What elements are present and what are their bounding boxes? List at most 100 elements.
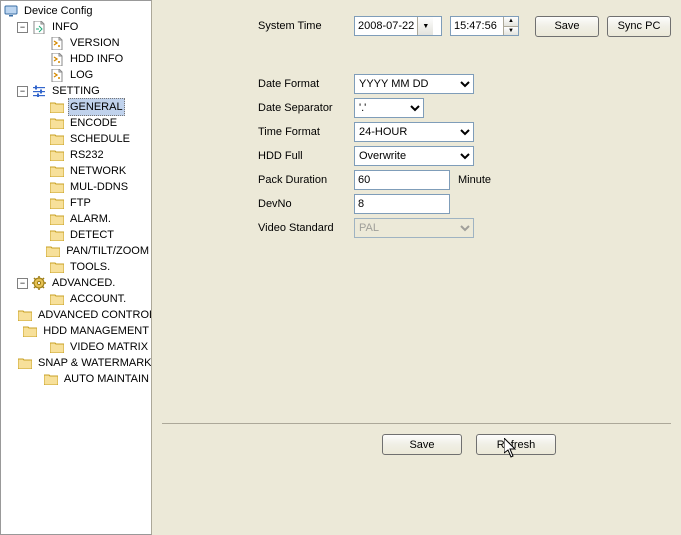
tree-setting[interactable]: − SETTING	[3, 83, 151, 99]
tree-item-label: VIDEO MATRIX	[68, 339, 150, 355]
refresh-button[interactable]: Refresh	[476, 434, 556, 455]
tree-item-label: MUL-DDNS	[68, 179, 130, 195]
tree-item-label: ACCOUNT.	[68, 291, 128, 307]
tree-advanced[interactable]: − ADVANCED.	[3, 275, 151, 291]
tree-advanced-label: ADVANCED.	[50, 275, 117, 291]
hdd-full-label: HDD Full	[258, 150, 354, 162]
row-time-format: Time Format 24-HOUR	[258, 120, 671, 144]
collapse-icon[interactable]: −	[17, 278, 28, 289]
folder-icon	[49, 196, 65, 210]
gear-icon	[31, 276, 47, 290]
settings-panel: System Time 2008-07-22 ▼ ▲ ▼ Save Sync P…	[152, 0, 681, 535]
tree-item-label: FTP	[68, 195, 93, 211]
folder-icon	[49, 132, 65, 146]
system-date-value: 2008-07-22	[358, 20, 414, 32]
folder-icon	[49, 116, 65, 130]
collapse-icon[interactable]: −	[17, 22, 28, 33]
tree-item-label: SCHEDULE	[68, 131, 132, 147]
date-separator-label: Date Separator	[258, 102, 354, 114]
pack-duration-unit: Minute	[458, 174, 491, 186]
tree-item-label: VERSION	[68, 35, 122, 51]
tree-setting-label: SETTING	[50, 83, 102, 99]
tree-item-label: PAN/TILT/ZOOM	[64, 243, 151, 259]
tree-item[interactable]: ACCOUNT.	[3, 291, 151, 307]
tree-item-label: DETECT	[68, 227, 116, 243]
tree-item[interactable]: FTP	[3, 195, 151, 211]
time-format-label: Time Format	[258, 126, 354, 138]
device-tree[interactable]: Device Config − INFO	[0, 0, 152, 535]
folder-icon	[49, 100, 65, 114]
chevron-down-icon[interactable]: ▼	[417, 17, 433, 35]
tree-item[interactable]: ALARM.	[3, 211, 151, 227]
system-time-value[interactable]	[451, 17, 503, 35]
video-standard-select: PAL	[354, 218, 474, 238]
tree-setting-children: GENERALENCODESCHEDULERS232NETWORKMUL-DDN…	[3, 99, 151, 275]
collapse-icon[interactable]: −	[17, 86, 28, 97]
system-date-picker[interactable]: 2008-07-22 ▼	[354, 16, 442, 36]
tree-root-label: Device Config	[22, 3, 94, 19]
devno-input[interactable]	[354, 194, 450, 214]
tree-item-label: RS232	[68, 147, 106, 163]
tree-item[interactable]: VERSION	[3, 35, 151, 51]
save-time-button[interactable]: Save	[535, 16, 599, 37]
tree-root[interactable]: Device Config	[3, 3, 151, 19]
system-time-spinner[interactable]: ▲ ▼	[450, 16, 519, 36]
folder-icon	[45, 244, 61, 258]
tree-item[interactable]: AUTO MAINTAIN	[3, 371, 151, 387]
tree-item[interactable]: ADVANCED CONTROL.	[3, 307, 151, 323]
page-icon	[49, 36, 65, 50]
tree-info-label: INFO	[50, 19, 80, 35]
date-format-select[interactable]: YYYY MM DD	[354, 74, 474, 94]
date-format-label: Date Format	[258, 78, 354, 90]
tree-item-label: GENERAL	[68, 98, 125, 116]
knobs-icon	[31, 84, 47, 98]
folder-icon	[49, 180, 65, 194]
row-date-format: Date Format YYYY MM DD	[258, 72, 671, 96]
tree-item[interactable]: DETECT	[3, 227, 151, 243]
tree-item[interactable]: GENERAL	[3, 99, 151, 115]
tree-item[interactable]: HDD INFO	[3, 51, 151, 67]
tree-item[interactable]: SNAP & WATERMARK	[3, 355, 151, 371]
tree-item[interactable]: TOOLS.	[3, 259, 151, 275]
video-standard-label: Video Standard	[258, 222, 354, 234]
tree-item[interactable]: SCHEDULE	[3, 131, 151, 147]
tree-item-label: AUTO MAINTAIN	[62, 371, 151, 387]
tree-item[interactable]: PAN/TILT/ZOOM	[3, 243, 151, 259]
time-format-select[interactable]: 24-HOUR	[354, 122, 474, 142]
tree-item-label: ADVANCED CONTROL.	[36, 307, 152, 323]
folder-icon	[17, 356, 33, 370]
tree-item[interactable]: NETWORK	[3, 163, 151, 179]
tree-info[interactable]: − INFO	[3, 19, 151, 35]
page-icon	[31, 20, 47, 34]
folder-icon	[49, 292, 65, 306]
tree-item-label: NETWORK	[68, 163, 128, 179]
date-separator-select[interactable]: '.'	[354, 98, 424, 118]
folder-icon	[49, 340, 65, 354]
tree-item-label: SNAP & WATERMARK	[36, 355, 152, 371]
devno-label: DevNo	[258, 198, 354, 210]
tree-item[interactable]: ENCODE	[3, 115, 151, 131]
tree-item-label: HDD INFO	[68, 51, 125, 67]
row-hdd-full: HDD Full Overwrite	[258, 144, 671, 168]
page-icon	[49, 52, 65, 66]
tree-item[interactable]: MUL-DDNS	[3, 179, 151, 195]
row-pack-duration: Pack Duration Minute	[258, 168, 671, 192]
tree-item-label: ALARM.	[68, 211, 113, 227]
row-video-standard: Video Standard PAL	[258, 216, 671, 240]
pack-duration-input[interactable]	[354, 170, 450, 190]
folder-icon	[43, 372, 59, 386]
sync-pc-button[interactable]: Sync PC	[607, 16, 671, 37]
save-button[interactable]: Save	[382, 434, 462, 455]
folder-icon	[49, 212, 65, 226]
folder-icon	[49, 228, 65, 242]
tree-item[interactable]: LOG	[3, 67, 151, 83]
spin-down-icon[interactable]: ▼	[503, 26, 518, 36]
tree-item-label: ENCODE	[68, 115, 119, 131]
tree-item-label: TOOLS.	[68, 259, 112, 275]
folder-icon	[49, 148, 65, 162]
hdd-full-select[interactable]: Overwrite	[354, 146, 474, 166]
tree-item[interactable]: HDD MANAGEMENT	[3, 323, 151, 339]
tree-item[interactable]: VIDEO MATRIX	[3, 339, 151, 355]
tree-item[interactable]: RS232	[3, 147, 151, 163]
spin-up-icon[interactable]: ▲	[503, 17, 518, 26]
